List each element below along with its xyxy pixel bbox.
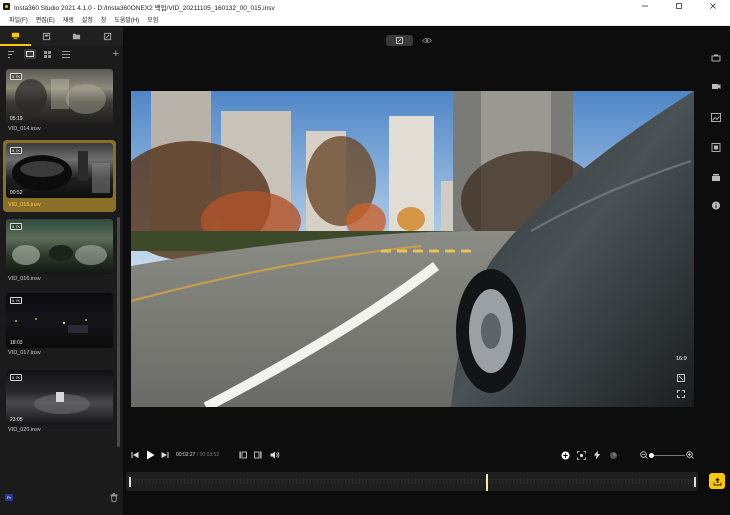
trash-icon[interactable] bbox=[110, 493, 118, 502]
clip-tool-icon[interactable] bbox=[711, 54, 721, 63]
play-icon[interactable] bbox=[146, 450, 155, 460]
trim-end-icon[interactable] bbox=[254, 451, 262, 459]
video-preview[interactable] bbox=[131, 91, 694, 407]
snapshot-icon[interactable] bbox=[577, 451, 586, 460]
zoom-slider-handle[interactable] bbox=[649, 453, 654, 458]
menu-help[interactable]: 도움말(H) bbox=[114, 15, 139, 24]
clip-name: VID_015.insv bbox=[8, 202, 41, 208]
stabilization-icon[interactable] bbox=[711, 173, 721, 182]
flash-icon[interactable] bbox=[593, 450, 601, 460]
zoom-out-icon[interactable] bbox=[640, 451, 648, 459]
export-icon bbox=[713, 477, 721, 485]
menu-playback[interactable]: 재생 bbox=[63, 15, 74, 24]
resolution-badge: 5.7K bbox=[10, 223, 23, 230]
edit-mode-button[interactable] bbox=[386, 35, 413, 46]
skip-back-icon[interactable] bbox=[131, 451, 139, 459]
close-button[interactable] bbox=[696, 2, 730, 12]
tab-edit-project[interactable] bbox=[92, 27, 123, 46]
add-keyframe-icon[interactable] bbox=[561, 451, 570, 460]
edit-icon bbox=[396, 37, 403, 44]
minimize-button[interactable] bbox=[628, 2, 662, 12]
clip-name: VID_017.insv bbox=[8, 350, 41, 356]
preview-eye-icon[interactable] bbox=[422, 36, 432, 45]
export-button[interactable] bbox=[709, 473, 725, 489]
media-library-icon bbox=[11, 32, 19, 40]
resolution-badge: 5.7K bbox=[10, 73, 23, 80]
timeline-ticks bbox=[131, 479, 693, 484]
zoom-slider-track[interactable] bbox=[651, 455, 685, 456]
tab-album[interactable] bbox=[31, 27, 62, 46]
list-icon bbox=[62, 50, 70, 58]
menu-adventure[interactable]: 모험 bbox=[147, 15, 158, 24]
folder-icon bbox=[73, 33, 81, 40]
motion-track-icon[interactable] bbox=[711, 82, 721, 91]
clip-item[interactable]: 5.7K VID_016.insv bbox=[6, 219, 113, 285]
grid-view-button[interactable] bbox=[42, 49, 54, 59]
timeline-end-handle[interactable] bbox=[694, 477, 696, 487]
edit-project-icon bbox=[104, 32, 112, 41]
zoom-in-icon[interactable] bbox=[686, 451, 694, 459]
clip-list-scrollbar[interactable] bbox=[117, 217, 120, 447]
clip-item[interactable]: 5.7K 23:05 VID_020.insv bbox=[6, 370, 113, 436]
tab-folder[interactable] bbox=[62, 27, 93, 46]
clip-name: VID_014.insv bbox=[8, 126, 41, 132]
view-mode-bar: + bbox=[0, 47, 123, 61]
sort-list-icon bbox=[8, 50, 14, 58]
video-frame bbox=[131, 91, 694, 407]
image-adjust-icon[interactable] bbox=[711, 113, 721, 122]
clip-name: VID_016.insv bbox=[8, 276, 41, 282]
total-time: 00:03:52 bbox=[199, 452, 220, 458]
maximize-button[interactable] bbox=[662, 2, 696, 12]
time-display: 00:02:27 / 00:03:52 bbox=[176, 452, 220, 458]
fullscreen-icon[interactable] bbox=[677, 390, 685, 398]
clip-item-selected[interactable]: 5.7K 00:52 VID_015.insv bbox=[3, 140, 116, 212]
clip-item[interactable]: 5.7K 05:19 VID_014.insv bbox=[6, 69, 113, 135]
timeline-start-handle[interactable] bbox=[129, 477, 131, 487]
title-bar: Insta360 Studio 2021 4.1.0 - D:/Insta360… bbox=[0, 0, 730, 13]
menu-window[interactable]: 창 bbox=[101, 15, 107, 24]
app-logo-icon bbox=[3, 3, 10, 10]
trim-start-icon[interactable] bbox=[239, 451, 247, 459]
timeline-track[interactable] bbox=[126, 472, 698, 491]
clip-name: VID_020.insv bbox=[8, 427, 41, 433]
tab-media-library[interactable] bbox=[0, 27, 31, 46]
resolution-badge: 5.7K bbox=[10, 374, 23, 381]
menu-file[interactable]: 파일(F) bbox=[9, 15, 28, 24]
resolution-badge: 5.7K bbox=[10, 147, 23, 154]
aspect-ratio-label[interactable]: 16:9 bbox=[676, 356, 687, 362]
info-icon[interactable] bbox=[711, 201, 721, 210]
crop-icon[interactable] bbox=[677, 374, 685, 382]
menu-edit[interactable]: 편집(E) bbox=[36, 15, 55, 24]
list-view-button[interactable] bbox=[60, 49, 72, 59]
playhead[interactable] bbox=[486, 474, 488, 491]
premiere-plugin-badge[interactable]: Pr bbox=[5, 494, 13, 501]
filter-icon[interactable] bbox=[711, 143, 721, 152]
album-icon bbox=[42, 32, 50, 41]
panel-tabs bbox=[0, 27, 123, 46]
clip-item[interactable]: 5.7K 18:03 VID_017.insv bbox=[6, 293, 113, 359]
sort-button[interactable] bbox=[6, 49, 18, 59]
skip-forward-icon[interactable] bbox=[161, 451, 169, 459]
menu-bar: 파일(F) 편집(E) 재생 설정 창 도움말(H) 모험 bbox=[0, 13, 730, 26]
grid-icon bbox=[44, 50, 51, 58]
large-thumbnail-icon bbox=[26, 50, 34, 57]
large-thumbnail-view-button[interactable] bbox=[24, 49, 36, 59]
window-title: Insta360 Studio 2021 4.1.0 - D:/Insta360… bbox=[14, 4, 275, 12]
current-time: 00:02:27 bbox=[176, 452, 196, 458]
menu-settings[interactable]: 설정 bbox=[82, 15, 93, 24]
resolution-badge: 5.7K bbox=[10, 297, 23, 304]
effects-icon[interactable] bbox=[609, 451, 618, 460]
volume-icon[interactable] bbox=[270, 451, 280, 459]
clip-thumbnail bbox=[6, 219, 113, 274]
media-panel: + 5.7K 05:19 VID_014.insv 5.7K 00:52 VID… bbox=[0, 27, 123, 515]
add-media-button[interactable]: + bbox=[113, 47, 119, 61]
